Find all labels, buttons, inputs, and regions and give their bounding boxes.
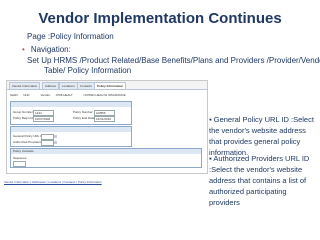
navigation-text: Navigation: (30, 45, 71, 54)
setid-label: SetID: (10, 93, 19, 97)
url-box: General Policy URL ID: Authorized Provid… (10, 126, 132, 147)
page-line: Page :Policy Information (27, 32, 114, 41)
tab-address[interactable]: Address (42, 82, 60, 89)
bullet1-text: General Policy URL ID :Select the vendor… (209, 115, 314, 157)
bottom-page-links[interactable]: Vendor Information | Addresses | Locatio… (4, 180, 102, 184)
bullet-dot: • (22, 45, 25, 54)
tab-locations[interactable]: Locations (59, 82, 78, 89)
page-title: Vendor Implementation Continues (38, 10, 282, 27)
navigation-label: • Navigation: (22, 45, 71, 54)
policy-end-date-field[interactable]: 12/31/2010 (94, 116, 115, 122)
vendor-id-value: 0708 HEALT (55, 93, 73, 97)
group-number-label: Group Number: (13, 110, 34, 114)
setid-row: SetID: UHC Vendor: 0708 HEALT UNITED HEA… (10, 93, 126, 98)
navigation-path: Set Up HRMS /Product Related/Base Benefi… (27, 56, 320, 76)
tab-contacts[interactable]: Contacts (77, 82, 95, 89)
policy-begin-date-field[interactable]: 10/07/2008 (33, 116, 54, 122)
vendor-label: Vendor: (40, 93, 51, 97)
lookup-icon[interactable] (54, 135, 57, 138)
policy-info-box: Group Number: 1234 Policy Number: ACB56 … (10, 101, 132, 125)
tab-vendor-information[interactable]: Vendor Information (9, 82, 41, 89)
lookup-icon[interactable] (54, 141, 57, 144)
sequence-label: Sequence (13, 156, 27, 160)
sequence-field[interactable] (13, 161, 26, 167)
setid-value: UHC (23, 93, 30, 97)
bullet-general-policy-url: ▪ General Policy URL ID :Select the vend… (209, 114, 316, 158)
general-policy-url-label: General Policy URL ID: (13, 134, 44, 138)
peoplesoft-screenshot: Vendor Information Address Locations Con… (6, 80, 208, 174)
policy-info-header (11, 102, 131, 107)
url-box-header (11, 127, 131, 132)
authorized-providers-url-field[interactable] (41, 140, 54, 146)
policy-contacts-header (11, 149, 201, 154)
nav-path-line2: Table/ Policy Information (44, 66, 132, 75)
tab-policy-information[interactable]: Policy Information (94, 82, 127, 89)
policy-contacts-box: Policy Contacts Sequence (10, 148, 202, 168)
bullet-authorized-providers-url: ▪ Authorized Providers URL ID :Select th… (209, 153, 316, 208)
policy-number-label: Policy Number: (73, 110, 94, 114)
policy-end-date-label: Policy End Date: (73, 116, 96, 120)
vendor-name-value: UNITED HEALTH INSURANCE (83, 93, 126, 97)
tab-strip: Vendor Information Address Locations Con… (7, 81, 207, 90)
bullet2-text: Authorized Providers URL ID :Select the … (209, 154, 310, 207)
policy-contacts-label: Policy Contacts (13, 149, 34, 153)
nav-path-line1: Set Up HRMS /Product Related/Base Benefi… (27, 56, 320, 65)
